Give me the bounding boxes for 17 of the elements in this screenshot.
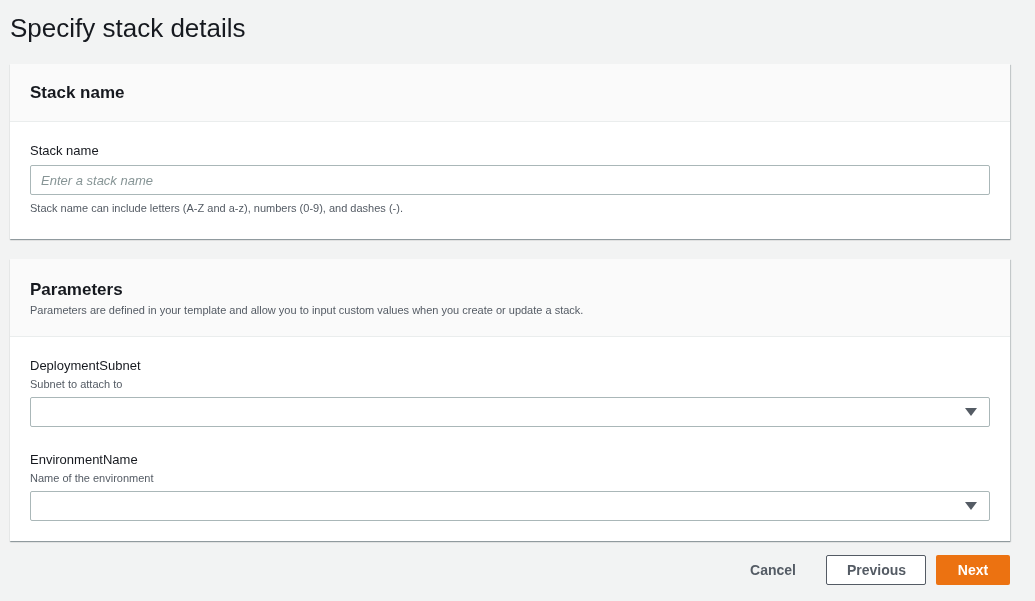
- field-label: EnvironmentName: [30, 451, 138, 469]
- page-title: Specify stack details: [10, 12, 246, 45]
- field-description: Subnet to attach to: [30, 377, 124, 391]
- select-field[interactable]: [30, 397, 990, 427]
- field-hint: Stack name can include letters (A-Z and a-z), numbers (0-9), and dashes (-).: [30, 201, 403, 216]
- panel-title: Stack name: [30, 81, 125, 104]
- select-field[interactable]: [30, 491, 990, 521]
- stack-name-input[interactable]: Enter a stack name: [30, 165, 990, 195]
- cancel-link[interactable]: Cancel: [730, 555, 816, 585]
- previous-button[interactable]: Previous: [826, 555, 926, 585]
- panel-description: Parameters are defined in your template and allow you to input custom values when you create or update a stack.: [30, 302, 585, 318]
- field-label: DeploymentSubnet: [30, 357, 141, 375]
- field-description: Name of the environment: [30, 471, 155, 485]
- panel-title: Parameters: [30, 278, 124, 301]
- field-label: Stack name: [30, 142, 99, 160]
- caret-down-icon: [965, 408, 977, 416]
- caret-down-icon: [965, 502, 977, 510]
